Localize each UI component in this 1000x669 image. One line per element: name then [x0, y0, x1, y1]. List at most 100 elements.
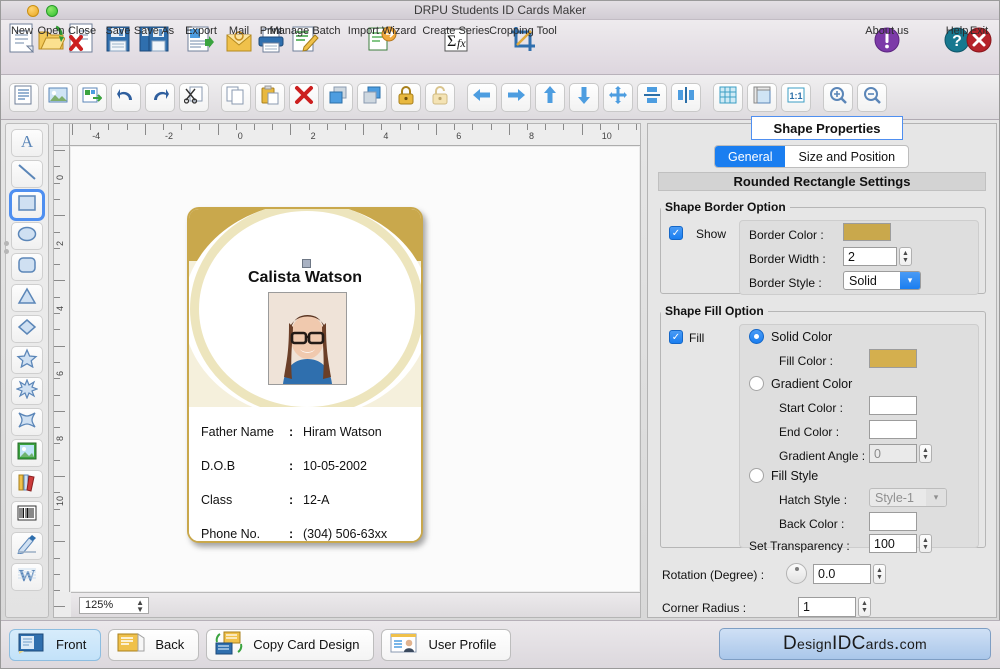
border-width-input[interactable]: 2	[843, 247, 897, 266]
icon-button-align-center[interactable]	[603, 82, 633, 112]
start-color-swatch[interactable]	[869, 396, 917, 415]
tab-size-and-position[interactable]: Size and Position	[785, 146, 908, 167]
icon-button-align-top[interactable]	[535, 82, 565, 112]
toolbar-button-export[interactable]: Export	[185, 23, 217, 53]
bottom-button-copy-card-design[interactable]: Copy Card Design	[206, 628, 375, 661]
toolbar-button-import-wizard[interactable]: Import Wizard	[348, 23, 416, 53]
toolbar-button-close[interactable]: Close	[68, 23, 96, 53]
icon-button-delete[interactable]	[289, 82, 319, 112]
toolbar-button-create-series[interactable]: Σfx Create Series	[422, 23, 490, 53]
border-show-checkbox[interactable]: ✓	[669, 226, 683, 240]
icon-button-send-to-back[interactable]	[357, 82, 387, 112]
toolbar-button-cropping-tool[interactable]: Cropping Tool	[489, 23, 557, 53]
toolbar-button-manage-batch[interactable]: Manage Batch	[270, 23, 340, 53]
icon-button-unlock[interactable]	[425, 82, 455, 112]
chevron-down-icon-hatch[interactable]: ▾	[926, 489, 946, 506]
icon-button-align-right[interactable]	[501, 82, 531, 112]
palette-star-tool[interactable]	[11, 346, 43, 374]
icon-button-add-text[interactable]	[9, 82, 39, 112]
icon-button-zoom-in[interactable]	[823, 82, 853, 112]
bottom-button-back[interactable]: Back	[108, 628, 200, 661]
fill-color-swatch[interactable]	[869, 349, 917, 368]
palette-triangle-tool[interactable]	[11, 284, 43, 312]
selection-handle-top[interactable]	[302, 259, 311, 268]
bottom-button-user-profile[interactable]: User Profile	[381, 628, 512, 661]
corner-radius-stepper[interactable]: ▲ ▼	[858, 597, 871, 617]
icon-button-align-middle-vertical[interactable]	[671, 82, 701, 112]
chevron-down-icon[interactable]: ▾	[900, 272, 920, 289]
icon-button-copy[interactable]	[221, 82, 251, 112]
transparency-input[interactable]: 100	[869, 534, 917, 553]
toolbar-button-open[interactable]: Open	[37, 23, 65, 53]
icon-button-bring-to-front[interactable]	[323, 82, 353, 112]
card-field-row[interactable]: Phone No.: (304) 506-63xx	[201, 517, 409, 541]
student-name[interactable]: Calista Watson	[189, 269, 421, 287]
end-color-swatch[interactable]	[869, 420, 917, 439]
fill-style-radio[interactable]	[749, 468, 764, 483]
icon-button-page-setup[interactable]	[747, 82, 777, 112]
palette-splitter[interactable]	[4, 241, 9, 254]
toolbar-button-save[interactable]: Save	[105, 23, 131, 53]
border-width-stepper[interactable]: ▲ ▼	[899, 247, 912, 266]
icon-button-add-signature[interactable]	[77, 82, 107, 112]
icon-button-paste[interactable]	[255, 82, 285, 112]
transparency-stepper[interactable]: ▲ ▼	[919, 534, 932, 553]
icon-button-align-middle-horizontal[interactable]	[637, 82, 667, 112]
palette-line-tool[interactable]	[11, 160, 43, 188]
hatch-style-select[interactable]: Style-1 ▾	[869, 488, 947, 507]
icon-button-cut[interactable]	[179, 82, 209, 112]
icon-button-undo[interactable]	[111, 82, 141, 112]
palette-signature-tool[interactable]	[11, 532, 43, 560]
icon-button-grid[interactable]	[713, 82, 743, 112]
gradient-color-radio[interactable]	[749, 376, 764, 391]
border-style-select[interactable]: Solid ▾	[843, 271, 921, 290]
solid-color-radio[interactable]	[749, 329, 764, 344]
toolbar-button-mail[interactable]: Mail	[225, 23, 253, 53]
icon-button-redo[interactable]	[145, 82, 175, 112]
icon-button-add-image[interactable]	[43, 82, 73, 112]
palette-burst-tool[interactable]	[11, 377, 43, 405]
card-field-row[interactable]: Class:12-A	[201, 483, 409, 517]
panel-tabs[interactable]: General Size and Position	[714, 145, 910, 168]
canvas-area[interactable]: -4 -2 0 2 4 6 8 10 0 2 4 6 8 10 G.V.A State College …	[53, 123, 692, 618]
palette-rounded-rect-tool[interactable]	[11, 253, 43, 281]
tab-general[interactable]: General	[715, 146, 786, 167]
icon-button-align-left[interactable]	[467, 82, 497, 112]
toolbar-button-exit[interactable]: Exit	[966, 23, 992, 53]
rotation-knob[interactable]	[786, 563, 807, 584]
corner-radius-input[interactable]: 1	[798, 597, 856, 617]
palette-library-tool[interactable]	[11, 470, 43, 498]
rotation-input[interactable]: 0.0	[813, 564, 871, 584]
align-left-icon	[472, 85, 492, 110]
back-color-swatch[interactable]	[869, 512, 917, 531]
gradient-angle-input[interactable]: 0	[869, 444, 917, 463]
icon-button-actual-size[interactable]: 1:1	[781, 82, 811, 112]
palette-four-point-star-tool[interactable]	[11, 408, 43, 436]
toolbar-button-about-us[interactable]: About us	[865, 23, 909, 53]
icon-button-align-bottom[interactable]	[569, 82, 599, 112]
toolbar-button-new[interactable]: New	[9, 23, 35, 53]
palette-watermark-tool[interactable]: W	[11, 563, 43, 591]
icon-button-zoom-out[interactable]	[857, 82, 887, 112]
design-board[interactable]: G.V.A State College 2020-2021 Calista Wa…	[71, 147, 639, 591]
card-field-row[interactable]: D.O.B:10-05-2002	[201, 449, 409, 483]
rotation-stepper[interactable]: ▲ ▼	[873, 564, 886, 584]
zoom-level-select[interactable]: 125% ▲ ▼	[79, 596, 149, 614]
gradient-angle-stepper[interactable]: ▲ ▼	[919, 444, 932, 463]
palette-diamond-tool[interactable]	[11, 315, 43, 343]
fill-checkbox[interactable]: ✓	[669, 330, 683, 344]
border-color-swatch[interactable]	[843, 223, 891, 241]
icon-button-lock[interactable]	[391, 82, 421, 112]
palette-ellipse-tool[interactable]	[11, 222, 43, 250]
card-field-row[interactable]: Father Name: Hiram Watson	[201, 415, 409, 449]
toolbar-button-save-as[interactable]: Save As	[134, 23, 174, 53]
palette-image-tool[interactable]	[11, 439, 43, 467]
student-photo[interactable]	[268, 292, 347, 385]
zoom-stepper-icon[interactable]: ▲ ▼	[136, 598, 144, 613]
palette-barcode-tool[interactable]	[11, 501, 43, 529]
id-card-preview[interactable]: G.V.A State College 2020-2021 Calista Wa…	[187, 207, 423, 543]
bottom-button-front[interactable]: Front	[9, 628, 102, 661]
delete-icon	[294, 85, 314, 110]
palette-rectangle-tool[interactable]	[9, 189, 45, 221]
palette-text-tool[interactable]: A	[11, 129, 43, 157]
